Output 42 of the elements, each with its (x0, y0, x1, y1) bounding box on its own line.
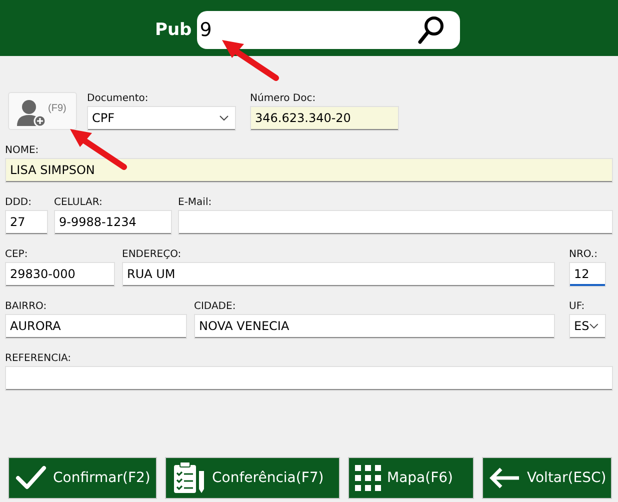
caret-icon (219, 115, 229, 121)
field-label: CIDADE: (194, 300, 237, 313)
input-field[interactable]: 27 (6, 211, 47, 234)
field-label: ENDEREÇO: (122, 248, 182, 261)
input-field[interactable]: LISA SIMPSON (6, 159, 612, 182)
field-label: NRO.: (569, 248, 598, 261)
field-label: CELULAR: (54, 196, 104, 209)
clipboard-icon (172, 461, 206, 495)
field-label: Documento: (87, 92, 150, 105)
checkmark-icon (15, 465, 47, 491)
field-label: E-Mail: (178, 196, 213, 209)
input-field[interactable]: RUA UM (123, 263, 554, 286)
add-client-button[interactable]: (F9) (8, 92, 77, 130)
input-field[interactable]: AURORA (6, 315, 186, 338)
caret-icon (589, 323, 599, 329)
field-label: CEP: (5, 248, 29, 261)
search-field[interactable]: 9 (196, 11, 460, 49)
user-add-icon (15, 98, 47, 128)
dropdown[interactable]: CPF (88, 107, 235, 130)
field-label: UF: (569, 300, 586, 313)
dropdown[interactable]: ES (570, 315, 605, 338)
arrow-left-icon (489, 467, 521, 489)
input-field[interactable]: NOVA VENECIA (195, 315, 554, 338)
annotation-arrow (220, 38, 280, 82)
field-label: REFERENCIA: (5, 352, 72, 365)
input-field[interactable]: 12 (570, 263, 605, 286)
header-label: Pub (155, 20, 192, 40)
action-button[interactable]: Confirmar(F2) (8, 457, 157, 499)
input-field[interactable]: 9-9988-1234 (55, 211, 171, 234)
field-label: NOME: (5, 144, 40, 157)
input-field[interactable]: 29830-000 (6, 263, 114, 286)
input-field[interactable] (6, 367, 612, 390)
search-icon[interactable] (416, 15, 446, 45)
field-label: DDD: (5, 196, 32, 209)
grid-icon (355, 465, 381, 491)
input-field[interactable]: 346.623.340-20 (251, 107, 398, 130)
field-label: Número Doc: (250, 92, 317, 105)
action-button[interactable]: Voltar(ESC) (482, 457, 612, 499)
input-field[interactable] (179, 211, 612, 234)
action-button[interactable]: Mapa(F6) (348, 457, 474, 499)
action-button[interactable]: Conferência(F7) (165, 457, 340, 499)
field-label: BAIRRO: (5, 300, 48, 313)
